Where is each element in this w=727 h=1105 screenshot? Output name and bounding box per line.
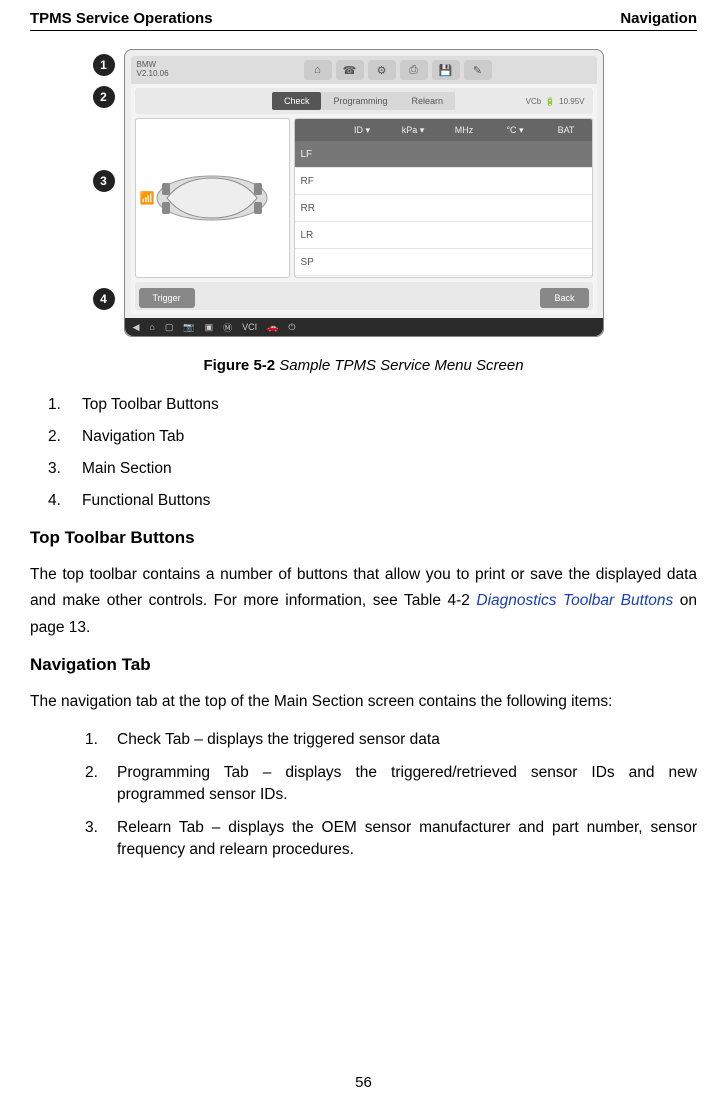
top-toolbar: BMW V2.10.06 ⌂ ☎ ⚙ ⎙ 💾 ✎ (131, 56, 597, 84)
app-icon[interactable]: ▣ (205, 322, 214, 333)
tab-check[interactable]: Check (272, 92, 322, 110)
m-icon[interactable]: Ⓜ (223, 321, 232, 334)
main-section: 📶 ID ▾ kPa ▾ MHz (135, 118, 593, 278)
cross-reference-link[interactable]: Diagnostics Toolbar Buttons (476, 592, 673, 609)
status-indicator: VCb 🔋 10.95V (526, 97, 585, 106)
gear-icon[interactable]: ⚙ (368, 60, 396, 80)
table-header: ID ▾ kPa ▾ MHz °C ▾ BAT (295, 119, 592, 141)
page-header: TPMS Service Operations Navigation (30, 10, 697, 31)
callout-2: 2 (93, 86, 115, 108)
col-temp[interactable]: °C ▾ (490, 125, 541, 136)
navigation-tabs: Check Programming Relearn VCb 🔋 10.95V (135, 88, 593, 114)
car-icon[interactable]: 🚗 (267, 322, 278, 333)
list-item: 2.Programming Tab – displays the trigger… (85, 762, 697, 807)
camera-icon[interactable]: 📷 (183, 322, 194, 333)
recent-icon[interactable]: ▢ (165, 322, 174, 333)
power-icon[interactable]: ⏻ (288, 322, 295, 333)
nav-tab-list: 1.Check Tab – displays the triggered sen… (85, 729, 697, 861)
back-button[interactable]: Back (540, 288, 588, 308)
list-item: 3.Main Section (48, 460, 697, 478)
callout-4: 4 (93, 288, 115, 310)
list-item: 2.Navigation Tab (48, 428, 697, 446)
home-icon[interactable]: ⌂ (304, 60, 332, 80)
tab-relearn[interactable]: Relearn (400, 92, 456, 110)
body-paragraph: The top toolbar contains a number of but… (30, 562, 697, 641)
signal-icon: 📶 (140, 191, 155, 205)
section-heading: Navigation Tab (30, 655, 697, 675)
save-icon[interactable]: 💾 (432, 60, 460, 80)
section-heading: Top Toolbar Buttons (30, 528, 697, 548)
table-row[interactable]: LR (295, 222, 592, 249)
page-number: 56 (0, 1074, 727, 1091)
table-row[interactable]: SP (295, 249, 592, 276)
vehicle-diagram: 📶 (135, 118, 290, 278)
table-row[interactable]: RF (295, 168, 592, 195)
vci-icon[interactable]: VCI (242, 322, 257, 332)
col-bat: BAT (541, 125, 592, 135)
system-bar: ◀ ⌂ ▢ 📷 ▣ Ⓜ VCI 🚗 ⏻ (125, 318, 603, 336)
component-list: 1.Top Toolbar Buttons 2.Navigation Tab 3… (48, 396, 697, 510)
list-item: 1.Check Tab – displays the triggered sen… (85, 729, 697, 751)
figure-caption: Figure 5-2 Sample TPMS Service Menu Scre… (30, 357, 697, 374)
tab-programming[interactable]: Programming (321, 92, 399, 110)
back-icon[interactable]: ◀ (133, 322, 140, 333)
screenshot-figure: 1 2 3 4 BMW V2.10.06 ⌂ ☎ ⚙ ⎙ 💾 ✎ Check P… (124, 49, 604, 337)
col-kpa[interactable]: kPa ▾ (388, 125, 439, 136)
sensor-data-table: ID ▾ kPa ▾ MHz °C ▾ BAT LF RF RR LR SP (294, 118, 593, 278)
home-icon[interactable]: ⌂ (149, 322, 154, 332)
header-left: TPMS Service Operations (30, 10, 213, 27)
vehicle-brand: BMW V2.10.06 (137, 61, 197, 79)
tools-icon[interactable]: ☎ (336, 60, 364, 80)
callout-1: 1 (93, 54, 115, 76)
device-frame: 1 2 3 4 BMW V2.10.06 ⌂ ☎ ⚙ ⎙ 💾 ✎ Check P… (124, 49, 604, 337)
callout-3: 3 (93, 170, 115, 192)
body-paragraph: The navigation tab at the top of the Mai… (30, 689, 697, 715)
list-item: 4.Functional Buttons (48, 492, 697, 510)
col-id[interactable]: ID ▾ (337, 125, 388, 136)
col-mhz: MHz (439, 125, 490, 135)
list-item: 3.Relearn Tab – displays the OEM sensor … (85, 817, 697, 862)
print-icon[interactable]: ⎙ (400, 60, 428, 80)
edit-icon[interactable]: ✎ (464, 60, 492, 80)
header-right: Navigation (620, 10, 697, 27)
list-item: 1.Top Toolbar Buttons (48, 396, 697, 414)
table-row[interactable]: RR (295, 195, 592, 222)
functional-buttons: Trigger Back (135, 282, 593, 310)
trigger-button[interactable]: Trigger (139, 288, 195, 308)
table-row[interactable]: LF (295, 141, 592, 168)
